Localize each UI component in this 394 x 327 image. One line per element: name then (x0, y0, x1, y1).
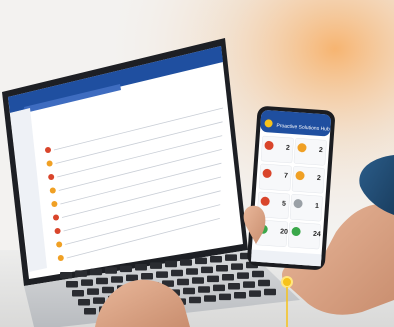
keyboard-key (222, 274, 234, 281)
keyboard-key (87, 288, 99, 295)
phone-tile-value: 1 (315, 203, 319, 210)
keyboard-key (75, 270, 87, 277)
alert-status-icon (45, 147, 51, 153)
alert-status-icon (49, 187, 56, 194)
keyboard-key (156, 271, 168, 278)
keyboard-key (243, 281, 255, 288)
keyboard-key (237, 272, 249, 279)
keyboard-key (111, 276, 123, 283)
keyboard-key (120, 265, 132, 273)
scene-illustration: Proactive Solutions Hub 2 27 25 120 24 (0, 0, 394, 327)
keyboard-key (93, 297, 105, 304)
keyboard-key (165, 260, 177, 268)
keyboard-key (126, 274, 138, 282)
keyboard-key (105, 267, 117, 274)
keyboard-key (189, 296, 201, 304)
keyboard-key (81, 279, 93, 286)
keyboard-key (72, 290, 84, 297)
keyboard-key (264, 288, 276, 296)
phone-tile-value: 2 (319, 147, 323, 154)
phone-tile-value: 24 (313, 231, 321, 239)
alert-status-icon (54, 228, 61, 234)
alert-status-icon (46, 160, 53, 167)
keyboard-key (219, 293, 231, 301)
keyboard-key (90, 268, 102, 276)
keyboard-key (258, 279, 270, 287)
keyboard-key (171, 269, 183, 277)
keyboard-key (204, 295, 216, 302)
photo-scene: Proactive Solutions Hub 2 2 7 2 5 1 20 24 (0, 0, 394, 327)
phone-tile-value: 20 (280, 228, 288, 236)
keyboard-key (180, 259, 192, 266)
keyboard-key (183, 287, 195, 295)
alert-status-icon (56, 241, 63, 248)
keyboard-key (201, 266, 213, 274)
keyboard-key (252, 270, 264, 278)
keyboard-key (84, 308, 96, 315)
keyboard-key (198, 286, 210, 293)
keyboard-key (186, 268, 198, 275)
keyboard-key (78, 299, 90, 306)
keyboard-key (231, 263, 243, 270)
phone-tile-value: 2 (317, 175, 321, 182)
alert-status-icon (57, 255, 64, 261)
phone-tile-value: 7 (284, 173, 288, 180)
keyboard-key (225, 254, 237, 261)
keyboard-key (228, 283, 240, 290)
keyboard-key (66, 281, 78, 288)
phone-tile-value: 2 (286, 145, 290, 152)
keyboard-key (249, 290, 261, 297)
keyboard-key (192, 277, 204, 284)
keyboard-key (150, 262, 162, 269)
highlight-dot-icon (281, 276, 293, 288)
keyboard-key (210, 256, 222, 263)
keyboard-key (102, 286, 114, 294)
alert-status-icon (48, 174, 55, 180)
keyboard-key (177, 278, 189, 286)
keyboard-key (96, 277, 108, 285)
keyboard-key (135, 264, 147, 271)
keyboard-key (207, 275, 219, 283)
keyboard-key (216, 265, 228, 272)
phone-tile-value: 5 (282, 200, 286, 207)
keyboard-key (195, 257, 207, 265)
alert-status-icon (51, 201, 58, 207)
keyboard-key (213, 284, 225, 292)
alert-status-icon (53, 214, 59, 221)
keyboard-key (60, 272, 72, 279)
keyboard-key (141, 273, 153, 280)
keyboard-key (234, 292, 246, 299)
